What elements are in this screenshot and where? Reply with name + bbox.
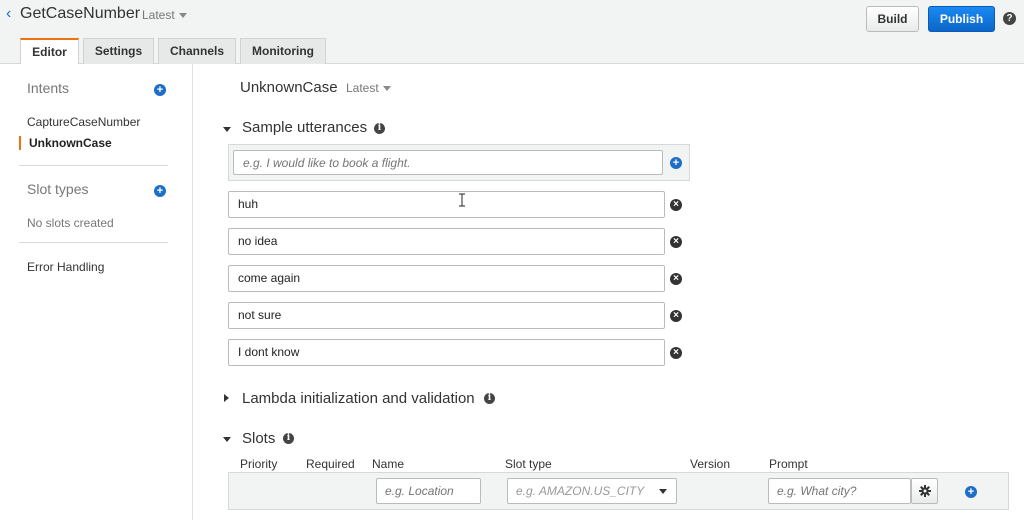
text-cursor-icon [459, 193, 465, 207]
info-icon[interactable]: i [374, 123, 385, 134]
sidebar-item-unknowncase[interactable]: UnknownCase [19, 136, 112, 150]
remove-utterance-icon[interactable]: × [670, 236, 682, 248]
utterance-field[interactable]: not sure [228, 302, 665, 329]
remove-utterance-icon[interactable]: × [670, 310, 682, 322]
tab-channels[interactable]: Channels [158, 38, 236, 64]
info-icon[interactable]: i [484, 393, 495, 404]
chevron-down-icon [382, 86, 391, 92]
help-icon[interactable]: ? [1003, 12, 1016, 25]
new-utterance-input[interactable] [233, 150, 663, 175]
sidebar [0, 64, 193, 520]
remove-utterance-icon[interactable]: × [670, 273, 682, 285]
sample-utterances-title: Sample utterances [242, 119, 368, 136]
utterance-field[interactable]: I dont know [228, 339, 665, 366]
collapse-caret-icon[interactable] [223, 127, 231, 132]
utterance-field[interactable]: huh [228, 191, 665, 218]
back-chevron-icon[interactable]: ‹ [6, 5, 11, 23]
add-slot-plus-icon[interactable]: + [965, 486, 977, 498]
lambda-section-title: Lambda initialization and validation [242, 390, 475, 407]
slot-types-heading: Slot types [27, 181, 89, 197]
intents-heading: Intents [27, 80, 70, 96]
expand-caret-icon[interactable] [224, 394, 229, 402]
tab-monitoring[interactable]: Monitoring [240, 38, 326, 64]
column-header-name: Name [372, 457, 405, 471]
intent-name: UnknownCase [240, 79, 338, 96]
bot-name: GetCaseNumber [20, 5, 141, 22]
add-intent-plus-icon[interactable]: + [154, 84, 166, 96]
slot-prompt-input[interactable] [768, 478, 911, 504]
sidebar-item-error-handling[interactable]: Error Handling [27, 260, 104, 274]
info-icon[interactable]: i [283, 433, 294, 444]
remove-utterance-icon[interactable]: × [670, 347, 682, 359]
column-header-version: Version [690, 457, 731, 471]
bot-version-label: Latest [142, 8, 175, 22]
build-button[interactable]: Build [866, 6, 919, 32]
slots-section-title: Slots [242, 430, 276, 447]
sidebar-item-capturecasenumber[interactable]: CaptureCaseNumber [27, 115, 140, 129]
remove-utterance-icon[interactable]: × [670, 199, 682, 211]
chevron-down-icon [178, 13, 187, 19]
column-header-priority: Priority [240, 457, 278, 471]
slot-type-select[interactable]: e.g. AMAZON.US_CITY [507, 478, 677, 504]
intent-version-label: Latest [346, 81, 379, 95]
column-header-prompt: Prompt [769, 457, 808, 471]
utterance-field[interactable]: no idea [228, 228, 665, 255]
tab-editor[interactable]: Editor [20, 38, 79, 65]
column-header-required: Required [306, 457, 355, 471]
add-utterance-plus-icon[interactable]: + [670, 157, 682, 169]
tab-settings[interactable]: Settings [83, 38, 154, 64]
slot-name-input[interactable] [376, 478, 481, 504]
collapse-caret-icon[interactable] [223, 437, 231, 442]
bot-version-dropdown[interactable]: Latest [142, 8, 187, 22]
prompt-settings-button[interactable] [911, 478, 938, 504]
add-slot-type-plus-icon[interactable]: + [154, 185, 166, 197]
gear-icon [919, 485, 931, 497]
sidebar-divider [19, 165, 168, 166]
sidebar-divider [19, 242, 168, 243]
utterance-field[interactable]: come again [228, 265, 665, 292]
column-header-slot-type: Slot type [505, 457, 552, 471]
chevron-down-icon [659, 489, 667, 494]
intent-version-dropdown[interactable]: Latest [346, 81, 391, 95]
no-slots-text: No slots created [27, 216, 114, 230]
publish-button[interactable]: Publish [928, 6, 995, 32]
